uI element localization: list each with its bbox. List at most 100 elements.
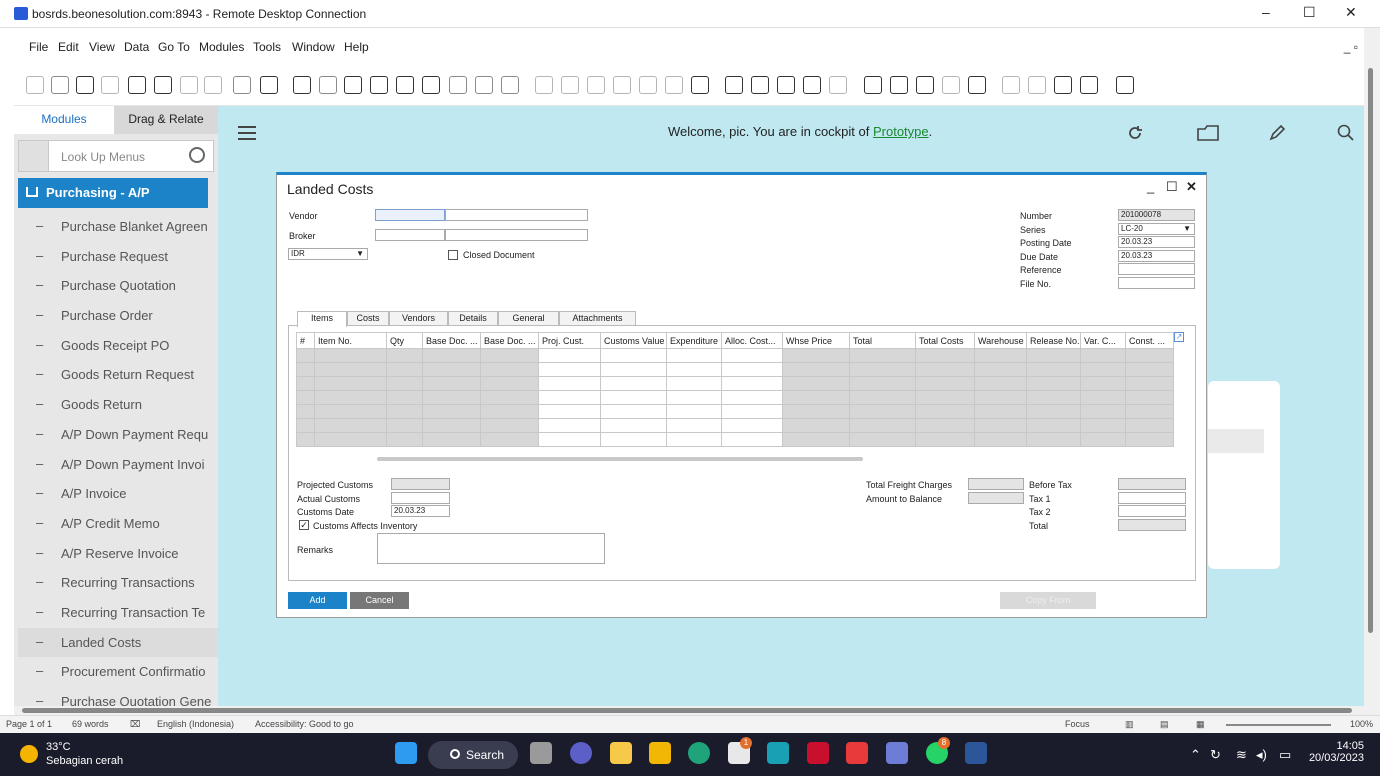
table-row[interactable] [296, 390, 1174, 405]
previous-record-icon[interactable] [370, 76, 388, 94]
onedrive-icon[interactable]: ↻ [1210, 747, 1221, 763]
col-header[interactable]: Base Doc. ... [422, 332, 481, 349]
menu-item-goods-return-request[interactable]: – Goods Return Request [18, 360, 218, 390]
vertical-scrollbar[interactable] [1364, 28, 1380, 715]
whatsapp-icon[interactable]: 8 [926, 737, 950, 764]
search-cockpit-icon[interactable] [1337, 124, 1355, 142]
menu-item-ap-down-payment-invoice[interactable]: – A/P Down Payment Invoi [18, 450, 218, 480]
menu-item-landed-costs[interactable]: – Landed Costs [18, 627, 218, 658]
col-header[interactable]: Whse Price [782, 332, 850, 349]
refresh-icon[interactable] [449, 76, 467, 94]
remote-desktop-icon[interactable] [886, 742, 908, 764]
move-icon[interactable] [233, 76, 251, 94]
web-layout-icon[interactable]: ▦ [1196, 719, 1205, 730]
edit-icon[interactable] [725, 76, 743, 94]
currency-select[interactable]: IDR ▼ [288, 248, 368, 260]
vertical-scroll-thumb[interactable] [1368, 68, 1373, 633]
menu-file[interactable]: File [29, 40, 48, 54]
menu-item-ap-reserve-invoice[interactable]: – A/P Reserve Invoice [18, 539, 218, 569]
actual-customs-input[interactable] [391, 492, 450, 504]
calendar-icon[interactable] [916, 76, 934, 94]
folder-icon[interactable] [1196, 124, 1220, 142]
col-header[interactable]: Base Doc. ... [480, 332, 539, 349]
col-header[interactable]: Var. C... [1080, 332, 1126, 349]
zoom-level[interactable]: 100% [1350, 719, 1373, 729]
task-view-icon[interactable] [530, 742, 552, 764]
word-icon[interactable] [965, 742, 987, 764]
organization-icon[interactable] [942, 76, 960, 94]
transfer-icon[interactable] [1080, 76, 1098, 94]
tray-chevron-icon[interactable]: ⌃ [1190, 747, 1201, 763]
accessibility-status[interactable]: Accessibility: Good to go [255, 719, 354, 729]
sort-icon[interactable] [501, 76, 519, 94]
grid-horizontal-scrollbar[interactable] [377, 457, 863, 461]
last-record-icon[interactable] [422, 76, 440, 94]
print-icon[interactable] [51, 76, 69, 94]
balance-icon[interactable] [639, 76, 657, 94]
col-header[interactable]: Alloc. Cost... [721, 332, 783, 349]
table-row[interactable] [296, 376, 1174, 391]
file-explorer-icon[interactable] [649, 742, 671, 764]
expand-grid-icon[interactable]: ↗ [1174, 332, 1184, 342]
excel-icon[interactable] [154, 76, 172, 94]
menu-item-purchase-quotation[interactable]: – Purchase Quotation [18, 271, 218, 301]
col-header[interactable]: Expenditure [666, 332, 722, 349]
tab-drag-relate[interactable]: Drag & Relate [114, 106, 218, 134]
horizontal-scrollbar[interactable] [14, 706, 1364, 715]
lookup-menus[interactable]: Look Up Menus [18, 140, 214, 172]
widget-icon[interactable] [1028, 76, 1046, 94]
read-mode-icon[interactable]: ▥ [1125, 719, 1134, 730]
dialog-maximize-button[interactable]: ☐ [1166, 179, 1178, 195]
col-header[interactable]: Customs Value [600, 332, 667, 349]
menu-tools[interactable]: Tools [253, 40, 281, 54]
next-record-icon[interactable] [396, 76, 414, 94]
tab-attachments[interactable]: Attachments [559, 311, 636, 326]
col-header[interactable]: Total [849, 332, 916, 349]
menu-window[interactable]: Window [292, 40, 335, 54]
tab-items[interactable]: Items [297, 311, 347, 327]
menu-goto[interactable]: Go To [158, 40, 190, 54]
start-icon[interactable] [395, 742, 417, 764]
customs-date-input[interactable]: 20.03.23 [391, 505, 450, 517]
table-row[interactable] [296, 348, 1174, 363]
broker-code-input[interactable] [375, 229, 445, 241]
reference-input[interactable] [1118, 263, 1195, 275]
menu-item-ap-credit-memo[interactable]: – A/P Credit Memo [18, 509, 218, 539]
menu-help[interactable]: Help [344, 40, 369, 54]
help-icon[interactable] [1116, 76, 1134, 94]
vendor-name-input[interactable] [445, 209, 588, 221]
col-header[interactable]: Item No. [314, 332, 387, 349]
closed-document-checkbox[interactable] [448, 250, 458, 260]
col-header[interactable]: Total Costs [915, 332, 975, 349]
search-icon[interactable] [189, 147, 205, 163]
tax1-input[interactable] [1118, 492, 1186, 504]
wrench-icon[interactable] [19, 141, 49, 171]
base-document-icon[interactable] [535, 76, 553, 94]
menu-item-purchase-request[interactable]: – Purchase Request [18, 242, 218, 272]
tab-general[interactable]: General [498, 311, 559, 326]
sticky-notes-icon[interactable] [610, 742, 632, 764]
col-header[interactable]: Proj. Cust. [538, 332, 601, 349]
table-row[interactable] [296, 418, 1174, 433]
menu-item-goods-receipt-po[interactable]: – Goods Receipt PO [18, 331, 218, 361]
tax2-input[interactable] [1118, 505, 1186, 517]
mcafee-icon[interactable] [807, 742, 829, 764]
table-row[interactable] [296, 404, 1174, 419]
table-row[interactable] [296, 362, 1174, 377]
add-icon[interactable] [319, 76, 337, 94]
menu-item-recurring-templates[interactable]: – Recurring Transaction Te [18, 598, 218, 628]
tab-details[interactable]: Details [448, 311, 498, 326]
find-icon[interactable] [293, 76, 311, 94]
add-button[interactable]: Add [288, 592, 347, 609]
word-icon[interactable] [180, 76, 198, 94]
fax-icon[interactable] [128, 76, 146, 94]
menu-item-goods-return[interactable]: – Goods Return [18, 390, 218, 420]
cancel-button[interactable]: Cancel [350, 592, 409, 609]
proofing-icon[interactable]: ⌧ [130, 719, 140, 730]
cockpit-link[interactable]: Prototype [873, 124, 929, 139]
tab-modules[interactable]: Modules [14, 106, 114, 134]
items-grid[interactable]: # Item No. Qty Base Doc. ... Base Doc. .… [296, 332, 1174, 447]
form-settings-icon[interactable] [260, 76, 278, 94]
series-select[interactable]: LC-20 ▼ [1118, 223, 1195, 235]
col-header[interactable]: Warehouse [974, 332, 1027, 349]
